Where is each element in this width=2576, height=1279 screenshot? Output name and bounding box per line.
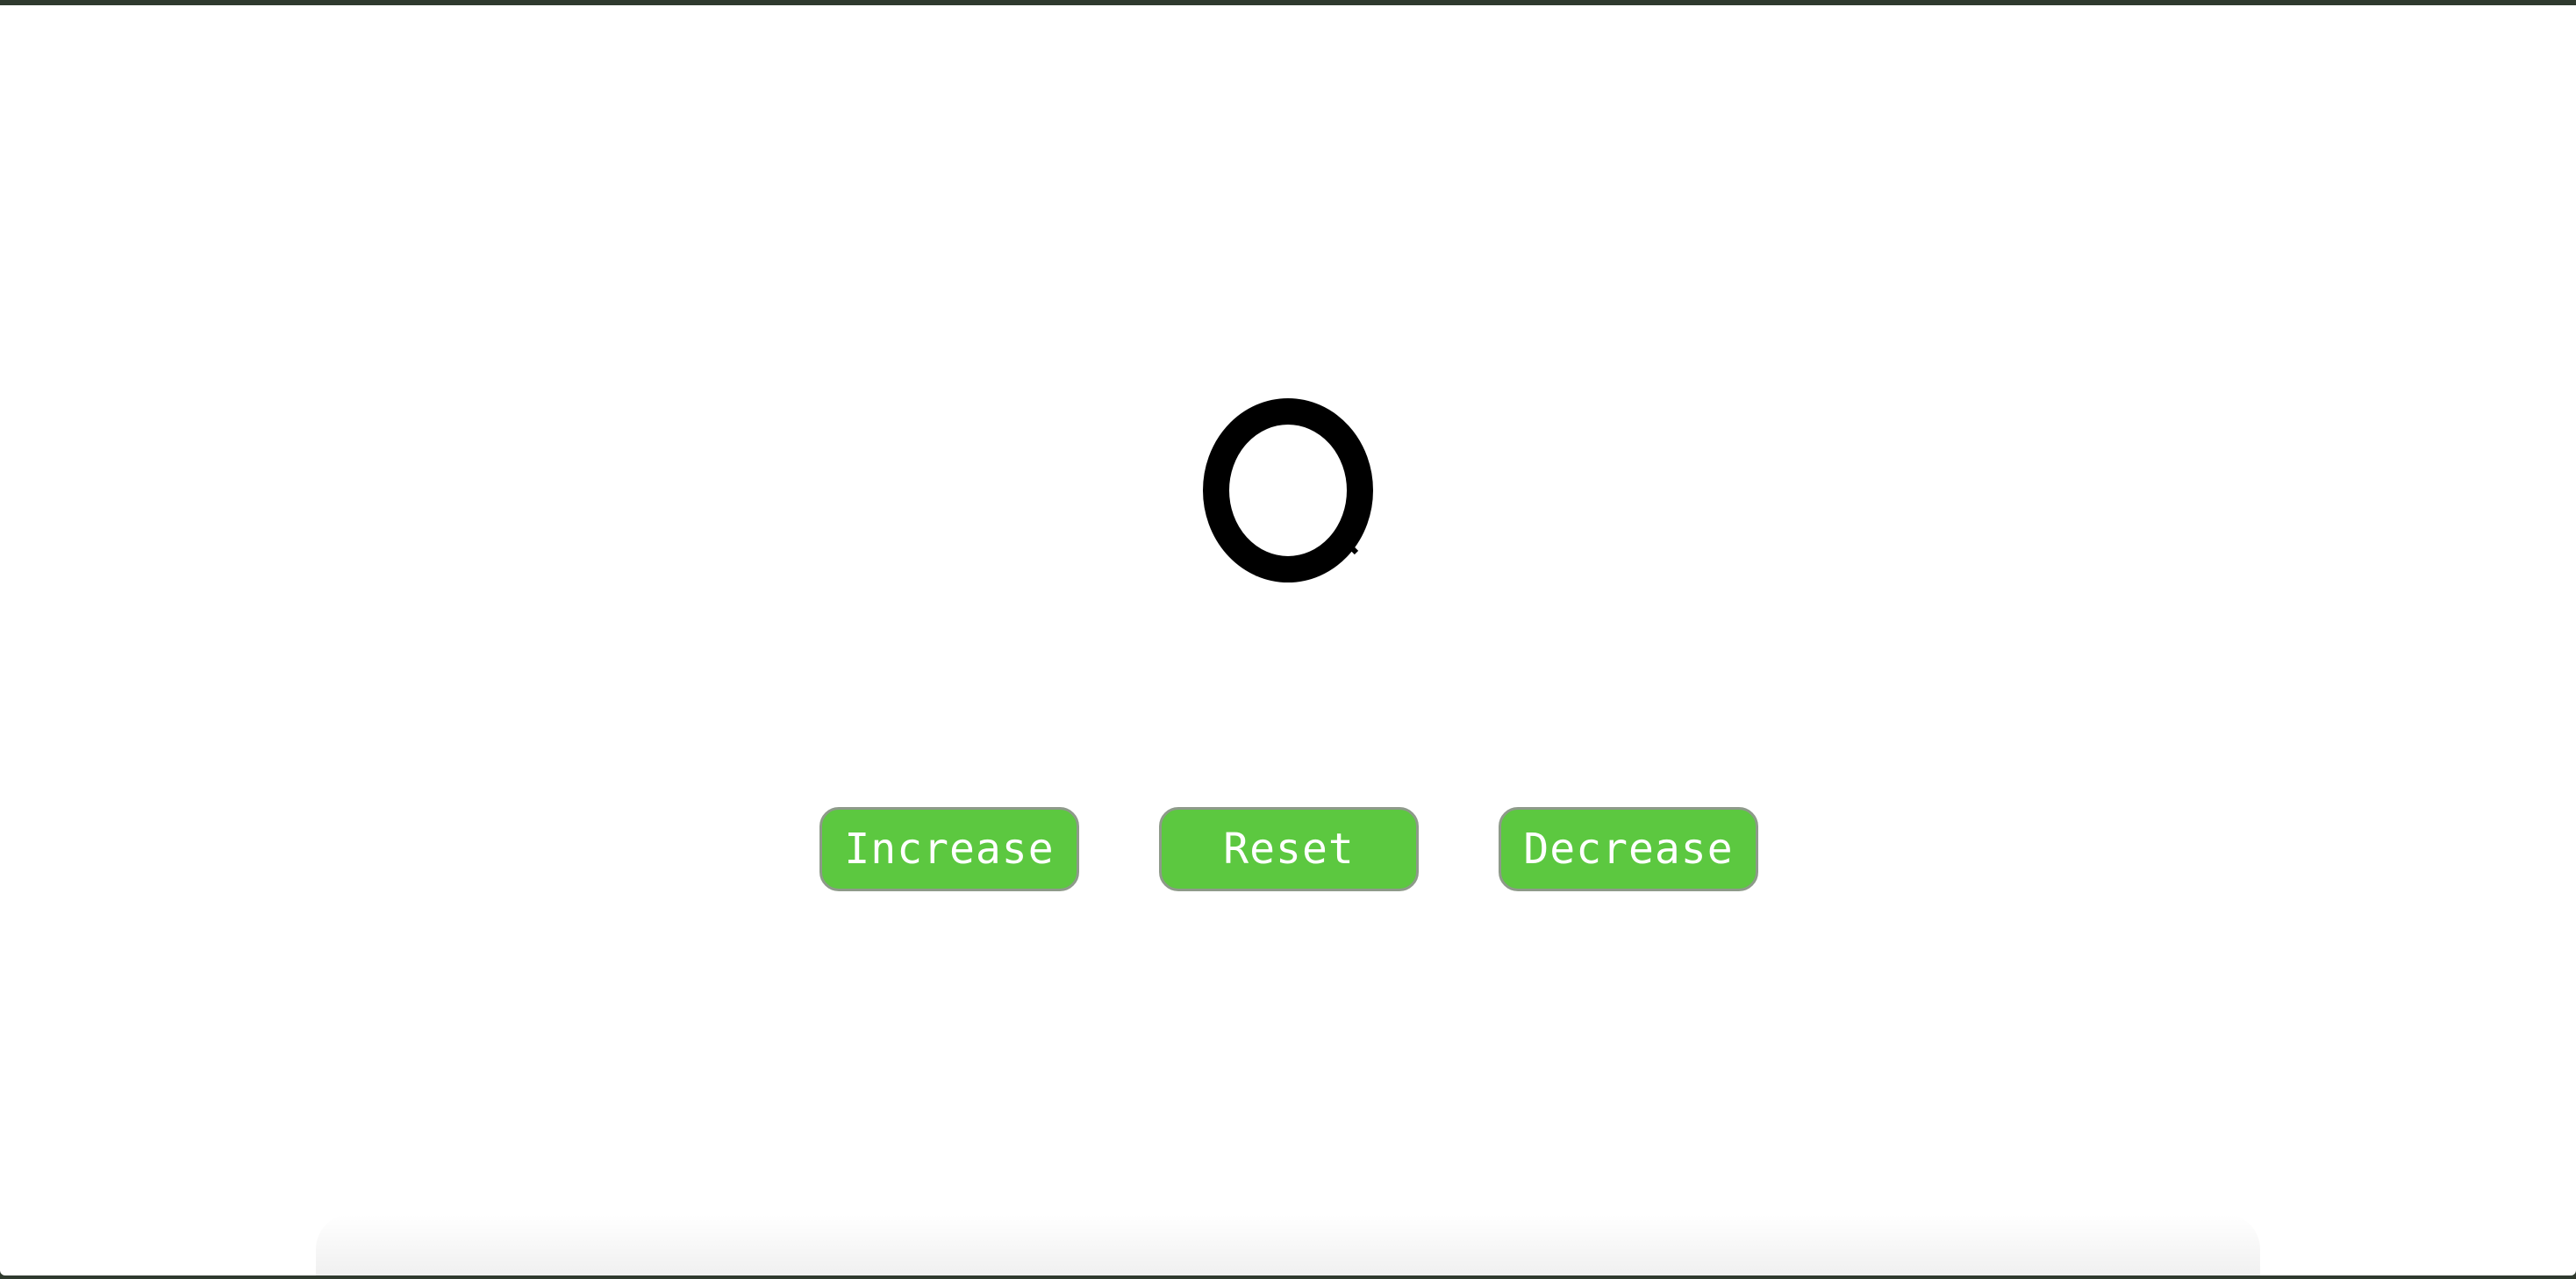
app-window: 0 Increase Reset Decrease — [0, 5, 2576, 1275]
button-row: Increase Reset Decrease — [0, 807, 2576, 895]
decrease-button[interactable]: Decrease — [1499, 807, 1758, 891]
counter-value: 0 — [1200, 582, 1201, 583]
bottom-shadow — [316, 1214, 2260, 1275]
reset-button[interactable]: Reset — [1159, 807, 1419, 891]
counter-digit-glyph — [1203, 398, 1373, 582]
counter-display: 0 — [1200, 398, 1376, 582]
increase-button[interactable]: Increase — [819, 807, 1079, 891]
